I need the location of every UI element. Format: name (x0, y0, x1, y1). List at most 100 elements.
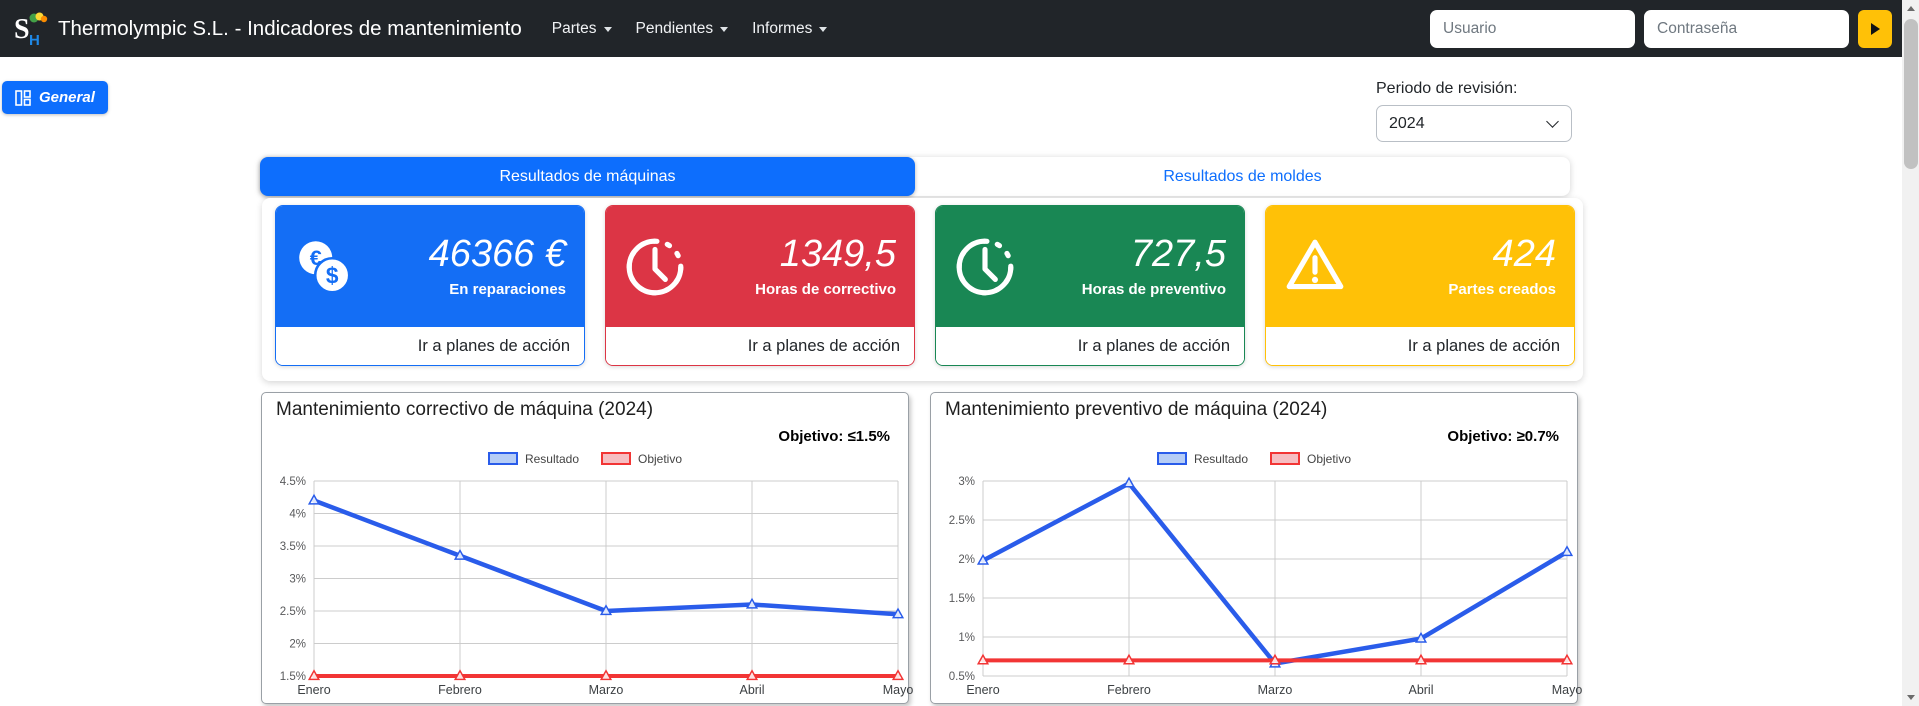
layout-grid-icon (15, 89, 31, 106)
action-plans-link[interactable]: Ir a planes de acción (1266, 327, 1574, 365)
chart-panel-preventivo: Mantenimiento preventivo de máquina (202… (930, 392, 1583, 704)
svg-text:Enero: Enero (297, 683, 330, 697)
svg-text:Abril: Abril (1408, 683, 1433, 697)
username-input[interactable] (1430, 9, 1635, 48)
general-button[interactable]: General (2, 81, 108, 114)
svg-text:0.5%: 0.5% (949, 671, 975, 683)
svg-text:Febrero: Febrero (438, 683, 482, 697)
svg-text:1%: 1% (958, 632, 975, 644)
login-form (1430, 9, 1892, 48)
chart-legend: Resultado Objetivo (262, 451, 908, 467)
svg-text:2%: 2% (289, 638, 306, 650)
legend-entry-objetivo: Objetivo (1270, 452, 1351, 466)
legend-entry-objetivo: Objetivo (601, 452, 682, 466)
navbar-brand[interactable]: S H Thermolympic S.L. - Indicadores de m… (12, 11, 522, 47)
kpi-value: 424 (1492, 233, 1556, 276)
period-select-wrap: 2024 (1376, 105, 1572, 142)
menu-item-partes[interactable]: Partes (540, 12, 624, 46)
play-arrow-icon (1870, 22, 1880, 35)
action-plans-link[interactable]: Ir a planes de acción (606, 327, 914, 365)
period-label: Periodo de revisión: (1376, 80, 1518, 97)
chevron-down-icon (603, 27, 612, 32)
svg-text:4%: 4% (289, 508, 306, 520)
menu-item-label: Partes (551, 19, 597, 37)
chart-title: Mantenimiento correctivo de máquina (202… (276, 399, 654, 420)
kpi-card-horas-correctivo: 1349,5 Horas de correctivo Ir a planes d… (605, 205, 915, 366)
chart-panel-correctivo: Mantenimiento correctivo de máquina (202… (261, 392, 914, 704)
chevron-down-icon (819, 27, 828, 32)
kpi-cards-panel: € $ 46366 € En reparaciones Ir a planes … (262, 198, 1583, 381)
svg-text:Marzo: Marzo (589, 683, 624, 697)
legend-entry-resultado: Resultado (1156, 452, 1248, 466)
svg-text:1.5%: 1.5% (949, 593, 975, 605)
kpi-card-header: 1349,5 Horas de correctivo (606, 206, 914, 327)
kpi-value: 1349,5 (779, 233, 896, 276)
svg-text:Mayo: Mayo (883, 683, 914, 697)
kpi-label: Horas de preventivo (1081, 280, 1226, 298)
kpi-card-partes-creados: 424 Partes creados Ir a planes de acción (1265, 205, 1575, 366)
svg-text:Febrero: Febrero (1107, 683, 1151, 697)
svg-text:3.5%: 3.5% (280, 541, 306, 553)
general-button-label: General (39, 89, 95, 106)
scrollbar-thumb[interactable] (1903, 19, 1918, 169)
svg-text:S: S (14, 14, 30, 45)
app-title: Thermolympic S.L. - Indicadores de mante… (58, 16, 522, 40)
kpi-card-header: 727,5 Horas de preventivo (936, 206, 1244, 327)
kpi-card-horas-preventivo: 727,5 Horas de preventivo Ir a planes de… (935, 205, 1245, 366)
euro-dollar-coins-icon: € $ (292, 234, 358, 300)
svg-text:3%: 3% (958, 476, 975, 488)
warning-triangle-icon (1282, 234, 1348, 300)
period-select[interactable]: 2024 (1376, 105, 1572, 142)
navbar: S H Thermolympic S.L. - Indicadores de m… (0, 0, 1919, 57)
legend-entry-resultado: Resultado (487, 452, 579, 466)
action-plans-link[interactable]: Ir a planes de acción (276, 327, 584, 365)
tab-resultados-maquinas[interactable]: Resultados de máquinas (260, 157, 915, 196)
clock-icon (952, 234, 1018, 300)
tab-bar: Resultados de máquinas Resultados de mol… (260, 157, 1570, 196)
kpi-cards-row: € $ 46366 € En reparaciones Ir a planes … (275, 205, 1575, 366)
kpi-card-header: 424 Partes creados (1266, 206, 1574, 327)
chevron-down-icon (720, 27, 729, 32)
tab-resultados-moldes[interactable]: Resultados de moldes (915, 157, 1570, 196)
chart-title: Mantenimiento preventivo de máquina (202… (945, 399, 1328, 420)
svg-text:Abril: Abril (739, 683, 764, 697)
action-plans-link[interactable]: Ir a planes de acción (936, 327, 1244, 365)
scroll-down-arrow-icon[interactable] (1902, 689, 1919, 706)
svg-text:1.5%: 1.5% (280, 671, 306, 683)
legend-swatch-resultado (1156, 452, 1187, 466)
menu-item-label: Pendientes (635, 19, 714, 37)
svg-text:4.5%: 4.5% (280, 476, 306, 488)
legend-swatch-objetivo (601, 452, 631, 466)
kpi-value: 727,5 (1130, 233, 1226, 276)
svg-text:2%: 2% (958, 554, 975, 566)
svg-text:2.5%: 2.5% (949, 515, 975, 527)
scroll-up-arrow-icon[interactable] (1902, 0, 1919, 17)
main-menu: Partes Pendientes Informes (540, 12, 840, 46)
login-button[interactable] (1858, 9, 1892, 48)
kpi-label: Partes creados (1448, 280, 1556, 298)
chart-legend: Resultado Objetivo (931, 451, 1577, 467)
menu-item-informes[interactable]: Informes (740, 12, 839, 46)
chart-objective-label: Objetivo: ≤1.5% (778, 427, 890, 445)
line-chart-correctivo: 4.5% 4% 3.5% 3% 2.5% 2% 1.5%Enero Febrero Marzo A… (280, 476, 914, 697)
kpi-card-en-reparaciones: € $ 46366 € En reparaciones Ir a planes … (275, 205, 585, 366)
kpi-label: En reparaciones (449, 280, 566, 298)
svg-text:Marzo: Marzo (1258, 683, 1293, 697)
svg-text:$: $ (326, 262, 339, 288)
svg-text:3%: 3% (289, 573, 306, 585)
line-chart-preventivo: 3% 2.5% 2% 1.5% 1% 0.5%Enero Febrero Marzo Abril… (949, 476, 1583, 697)
clock-icon (622, 234, 688, 300)
svg-text:H: H (29, 32, 40, 47)
kpi-label: Horas de correctivo (755, 280, 896, 298)
legend-swatch-resultado (487, 452, 518, 466)
svg-text:2.5%: 2.5% (280, 606, 306, 618)
app-logo-icon: S H (14, 12, 48, 47)
vertical-scrollbar[interactable] (1902, 0, 1919, 706)
chart-objective-label: Objetivo: ≥0.7% (1447, 427, 1559, 445)
menu-item-label: Informes (752, 19, 813, 37)
svg-text:Mayo: Mayo (1552, 683, 1583, 697)
svg-text:Enero: Enero (966, 683, 999, 697)
legend-swatch-objetivo (1270, 452, 1300, 466)
menu-item-pendientes[interactable]: Pendientes (624, 12, 741, 46)
password-input[interactable] (1644, 9, 1849, 48)
